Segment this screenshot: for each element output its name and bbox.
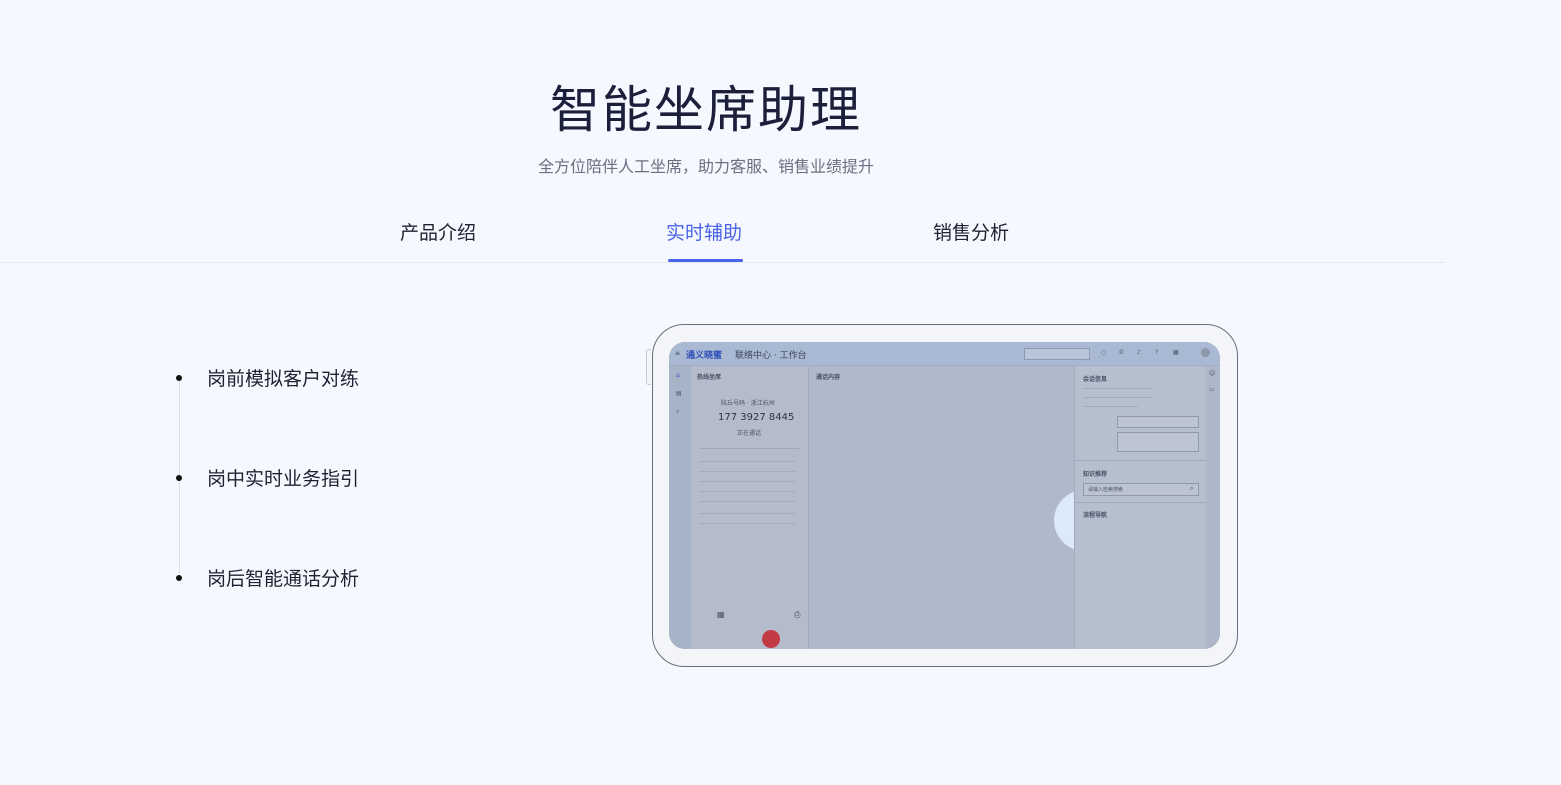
process-title: 流程导航 [1083,512,1108,519]
info-row [699,471,795,472]
divider [1075,460,1207,461]
session-panel: 会话信息 知识推荐 请输入检索搜索 ⌕ 流程导航 [1074,366,1207,649]
video-preview[interactable]: ≡ 通义晓蜜 联络中心 · 工作台 ○ ✆ ♪ ? ▦ ⌂ ▤ ⌕ 热线坐席 陆… [669,342,1220,649]
phone-icon: ✆ [1119,349,1125,356]
info-row [1083,388,1153,389]
caller-phone: 177 3927 8445 [718,412,795,423]
tab-sales-analysis[interactable]: 销售分析 [933,218,1009,245]
panel-title: 通话内容 [816,374,841,381]
divider [1075,502,1207,503]
info-row [699,523,795,524]
search-placeholder: 请输入检索搜索 [1088,487,1124,493]
call-status: 正在通话 [737,430,762,437]
bell-icon: ♪ [1137,349,1141,356]
feature-label: 岗中实时业务指引 [207,468,360,490]
user-icon: ☺ [1209,370,1216,377]
summary-field [1117,432,1199,452]
grid-icon: ▦ [1173,349,1179,356]
feature-label: 岗后智能通话分析 [207,568,360,590]
info-row [699,501,795,502]
caller-panel: 热线坐席 陆丘号码 · 浙江杭州 177 3927 8445 正在通话 ▦ ⎙ [691,366,808,649]
panel-title: 会话信息 [1083,376,1108,383]
app-header: ≡ 通义晓蜜 联络中心 · 工作台 ○ ✆ ♪ ? ▦ [669,342,1220,366]
help-icon: ? [1155,349,1159,356]
info-row [1083,406,1138,407]
keypad-icon: ▦ [717,610,725,619]
divider [699,448,799,449]
search-icon: ⌕ [1190,485,1194,492]
status-select [1024,348,1090,360]
knowledge-search: 请输入检索搜索 ⌕ [1083,483,1199,496]
info-row [699,513,795,514]
menu-icon: ≡ [675,350,681,357]
breadcrumb: 联络中心 · 工作台 [735,351,807,361]
topic-field [1117,416,1199,428]
bullet-icon [176,375,182,381]
knowledge-title: 知识推荐 [1083,471,1108,478]
info-row [699,461,795,462]
feature-label: 岗前模拟客户对练 [207,368,360,390]
search-icon: ⌕ [676,408,680,415]
info-row [699,491,795,492]
page-title: 智能坐席助理 [550,81,862,139]
bullet-icon [176,475,182,481]
panel-edge-tab [646,349,651,385]
chat-icon: ○ [1101,349,1107,356]
home-icon: ⌂ [676,372,680,379]
doc-icon: ▭ [1209,386,1215,393]
panel-title: 热线坐席 [697,374,722,381]
hangup-button [762,630,780,648]
stats-icon: ▤ [676,390,682,397]
tabs-divider [0,262,1445,263]
avatar [1201,348,1210,357]
info-row [1083,397,1153,398]
tab-product-intro[interactable]: 产品介绍 [400,218,476,245]
bullet-icon [176,575,182,581]
transfer-icon: ⎙ [794,610,801,619]
page-subtitle: 全方位陪伴人工坐席，助力客服、销售业绩提升 [537,157,874,176]
tab-bar: 产品介绍 实时辅助 销售分析 [0,218,1561,264]
right-toolbar: ☺ ▭ [1206,366,1220,649]
info-row [699,481,795,482]
app-sidebar: ⌂ ▤ ⌕ [669,366,691,649]
caller-area: 陆丘号码 · 浙江杭州 [721,400,775,407]
app-brand: 通义晓蜜 [686,351,723,361]
transcript-panel: 通话内容 [808,366,1115,649]
tab-realtime-assist[interactable]: 实时辅助 [666,218,742,245]
